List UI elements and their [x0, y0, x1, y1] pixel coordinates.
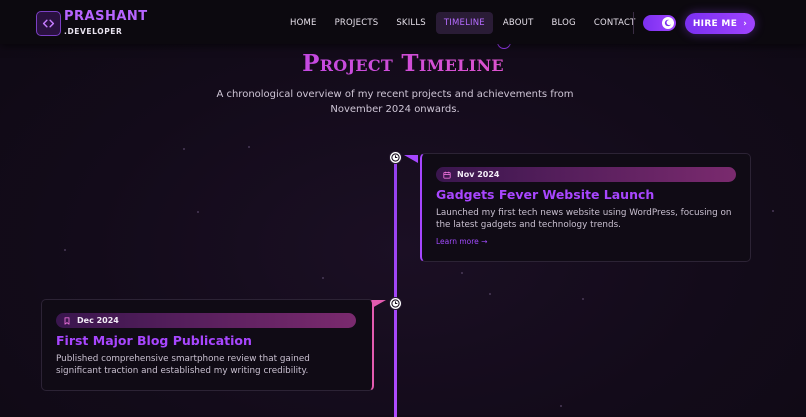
timeline-card: Dec 2024 First Major Blog Publication Pu… — [41, 299, 374, 391]
background-star — [582, 298, 584, 300]
chevron-right-icon: › — [743, 18, 748, 29]
nav-item-about[interactable]: ABOUT — [495, 12, 542, 34]
card-pointer — [404, 155, 418, 163]
card-description: Published comprehensive smartphone revie… — [56, 354, 310, 376]
bookmark-icon — [64, 316, 70, 325]
timeline-card: Nov 2024 Gadgets Fever Website Launch La… — [420, 153, 751, 262]
nav-item-contact[interactable]: CONTACT — [586, 12, 644, 34]
nav-item-blog[interactable]: BLOG — [543, 12, 583, 34]
card-title: First Major Blog Publication — [56, 333, 252, 348]
brand-tagline: .DEVELOPER — [64, 27, 123, 36]
clock-icon — [389, 151, 402, 164]
timeline-line — [394, 157, 397, 417]
hire-me-button[interactable]: HIRE ME › — [685, 13, 755, 34]
nav-item-home[interactable]: HOME — [282, 12, 325, 34]
card-date: Dec 2024 — [77, 316, 119, 325]
background-star — [322, 277, 324, 279]
moon-icon — [662, 17, 674, 29]
background-star — [772, 210, 774, 212]
card-pointer — [372, 300, 386, 308]
nav-item-projects[interactable]: PROJECTS — [327, 12, 387, 34]
background-star — [197, 211, 199, 213]
clock-icon — [389, 297, 402, 310]
hire-me-label: HIRE ME — [692, 18, 738, 29]
brand-name[interactable]: PRASHANT — [64, 9, 148, 24]
nav-menu: HOME PROJECTS SKILLS TIMELINE ABOUT BLOG… — [282, 12, 646, 34]
background-star — [248, 146, 250, 148]
background-star — [560, 405, 562, 407]
page-title: Project Timeline — [0, 50, 806, 77]
learn-more-link[interactable]: Learn more → — [436, 237, 487, 246]
nav-divider — [633, 12, 634, 34]
code-brackets-icon[interactable] — [36, 11, 61, 36]
background-star — [64, 249, 66, 251]
date-badge: Dec 2024 — [56, 313, 356, 328]
nav-item-skills[interactable]: SKILLS — [388, 12, 434, 34]
card-description: Launched my first tech news website usin… — [436, 208, 732, 230]
background-star — [461, 272, 463, 274]
page-subtitle: A chronological overview of my recent pr… — [216, 89, 574, 115]
card-title: Gadgets Fever Website Launch — [436, 187, 655, 202]
background-star — [183, 148, 185, 150]
card-date: Nov 2024 — [457, 170, 500, 179]
nav-item-timeline[interactable]: TIMELINE — [435, 12, 493, 34]
date-badge: Nov 2024 — [436, 167, 736, 182]
navbar: PRASHANT .DEVELOPER HOME PROJECTS SKILLS… — [0, 0, 806, 44]
theme-toggle[interactable] — [643, 15, 676, 31]
calendar-icon — [443, 171, 451, 179]
background-star — [489, 293, 491, 295]
